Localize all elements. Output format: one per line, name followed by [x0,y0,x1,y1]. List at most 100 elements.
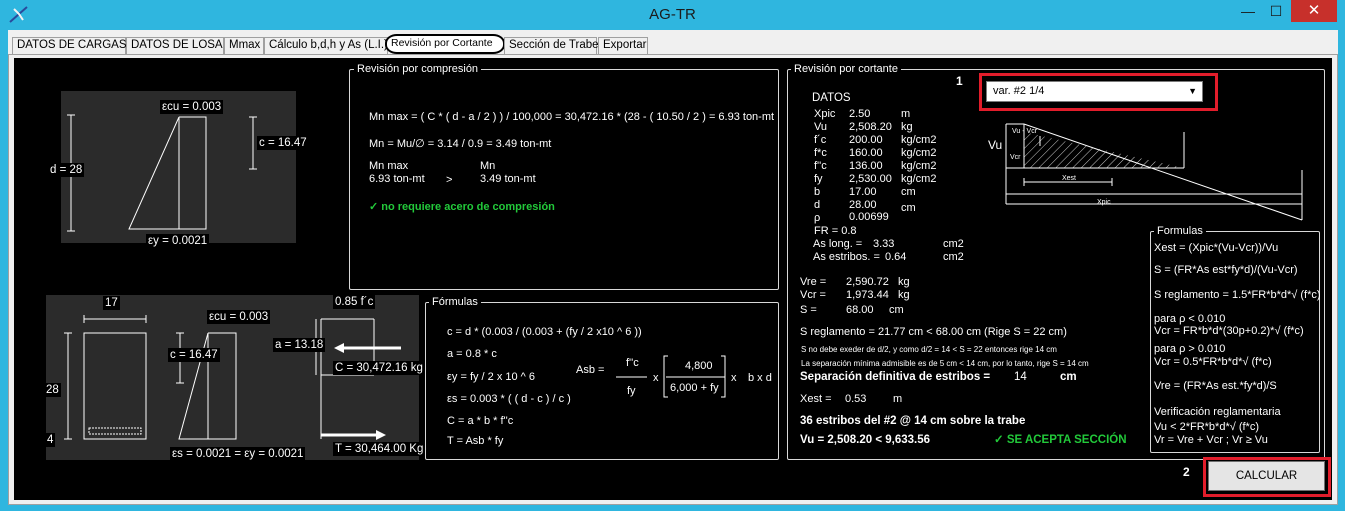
tab-datos-cargas[interactable]: DATOS DE CARGAS [12,37,127,54]
asb-fcc: f''c [626,357,639,369]
rec-label: 4 [45,433,56,447]
seccion-aceptada: ✓ SE ACEPTA SECCIÓN [994,434,1127,446]
fc-label: 0.85 f´c [333,295,376,309]
tab-seccion-trabe[interactable]: Sección de Trabe [504,37,599,54]
f2-sreg: S reglamento = 1.5*FR*b*d*√ (f*c) [1154,289,1321,301]
diagram-xpic: Xpic [1097,199,1111,206]
formula-es: εs = 0.003 * ( ( d - c ) / c ) [447,393,571,405]
datos-fy-u: kg/cm2 [901,173,937,185]
tab-datos-losa[interactable]: DATOS DE LOSA [126,37,224,54]
T-force-label: T = 30,464.00 Kg [333,442,426,456]
tab-revision-cortante[interactable]: Revisión por Cortante [385,34,505,54]
mn-formula: Mn = Mu/∅ = 3.14 / 0.9 = 3.49 ton-mt [369,138,552,150]
b-label: 17 [103,296,120,310]
tab-strip: DATOS DE CARGAS DATOS DE LOSA Mmax Cálcu… [8,30,1338,54]
sep-def-v: 14 [1014,371,1027,383]
diagram-vu: Vu [988,138,1003,152]
datos-b-k: b [814,186,821,198]
cortante-title: Revisión por cortante [791,63,901,75]
mnmax-header: Mn max [369,160,409,172]
ecu-label: εcu = 0.003 [160,100,224,114]
formula-c: c = d * (0.003 / (0.003 + (fy / 2 x10 ^ … [447,326,642,338]
close-button[interactable]: ✕ [1291,0,1337,22]
vcr-u: kg [898,289,910,301]
asb-x1: x [653,372,659,384]
formula-T: T = Asb * fy [447,435,504,447]
s-u: cm [889,304,904,316]
datos-d-k: d [814,199,821,211]
f2-s: S = (FR*As est*fy*d)/(Vu-Vcr) [1154,264,1298,276]
as-long-u: cm2 [943,238,964,250]
f2-vr: Vr = Vre + Vcr ; Vr ≥ Vu [1154,434,1268,446]
datos-b-v: 17.00 [849,186,877,198]
xest-v: 0.53 [845,393,867,405]
asb-x2: x [731,372,737,384]
tab-mmax[interactable]: Mmax [224,37,264,54]
datos-xpic-v: 2.50 [849,108,871,120]
datos-fy-k: fy [814,173,823,185]
tab-exportar[interactable]: Exportar [598,37,648,54]
xest-u: m [893,393,903,405]
estribos-summary: 36 estribos del #2 @ 14 cm sobre la trab… [800,415,1026,427]
f2-vcr2: Vcr = 0.5*FR*b*d*√ (f*c) [1154,356,1272,368]
datos-vu-k: Vu [814,121,828,133]
as-long-v: 3.33 [873,238,895,250]
tab-calculo[interactable]: Cálculo b,d,h y As (L.I.) [264,37,388,54]
f2-verif: Verificación reglamentaria [1154,406,1281,418]
mn-value: 3.49 ton-mt [480,173,536,185]
note-min-sep: La separación mínima admisible es de 5 c… [801,359,1089,368]
diagram-xest: Xest [1062,175,1077,182]
C-force-label: C = 30,472.16 kg [333,361,425,375]
datos-vu-v: 2,508.20 [849,121,892,133]
mn-header: Mn [480,160,496,172]
s-k: S = [800,304,817,316]
datos-xpic-k: Xpic [814,108,836,120]
formula-ey: εy = fy / 2 x 10 ^ 6 [447,371,536,383]
mnmax-formula: Mn max = ( C * ( d - a / 2 ) ) / 100,000… [369,111,775,123]
diagram-vcr: Vcr [1010,154,1021,161]
datos-rho-k: ρ [814,212,821,224]
es-label: εs = 0.0021 = εy = 0.0021 [170,447,306,461]
datos-d-u: cm [901,202,916,214]
asb-fraction-lines [616,355,726,398]
asb-fy: fy [627,385,636,397]
c-label: c = 16.47 [257,136,309,150]
asb-den: 6,000 + fy [670,382,719,394]
note-d2: S no debe exeder de d/2, y como d/2 = 14… [801,345,1057,354]
datos-b-u: cm [901,186,916,198]
datos-fsc-k: f*c [814,147,827,159]
vre-v: 2,590.72 [846,276,889,288]
vcr-k: Vcr = [800,289,826,301]
compresion-result: ✓ no requiere acero de compresión [369,201,555,213]
xest-k: Xest = [800,393,832,405]
d-label: d = 28 [48,163,85,177]
sep-def-u: cm [1060,371,1077,383]
compresion-title: Revisión por compresión [354,63,482,75]
window-title: AG-TR [649,6,696,23]
datos-fc-u: kg/cm2 [901,134,937,146]
f2-rho-high: para ρ > 0.010 [1154,343,1226,355]
datos-vu-u: kg [901,121,913,133]
formula-a: a = 0.8 * c [447,348,497,360]
minimize-button[interactable]: — [1234,0,1262,22]
f2-xest: Xest = (Xpic*(Vu-Vcr))/Vu [1154,242,1279,254]
datos-title: DATOS [812,92,851,104]
vre-k: Vre = [800,276,827,288]
s-reglamento: S reglamento = 21.77 cm < 68.00 cm (Rige… [800,326,1067,338]
diagram-vu-vcr: Vu - Vcr [1012,128,1038,135]
datos-fsc-v: 160.00 [849,147,883,159]
datos-rho-v: 0.00699 [849,211,889,223]
datos-fy-v: 2,530.00 [849,173,892,185]
maximize-button[interactable]: ☐ [1262,0,1290,22]
annotation-2: 2 [1183,465,1190,479]
asb-label: Asb = [576,364,605,376]
a-label: a = 13.18 [273,338,326,352]
ecu2-label: εcu = 0.003 [207,310,271,324]
highlight-box-1 [979,73,1218,111]
datos-fcc-u: kg/cm2 [901,160,937,172]
fr-value: FR = 0.8 [814,225,857,237]
ey-label: εy = 0.0021 [146,234,210,248]
formulas-title: Fórmulas [429,296,481,308]
formula-C: C = a * b * f''c [447,415,514,427]
datos-fcc-k: f''c [814,160,827,172]
